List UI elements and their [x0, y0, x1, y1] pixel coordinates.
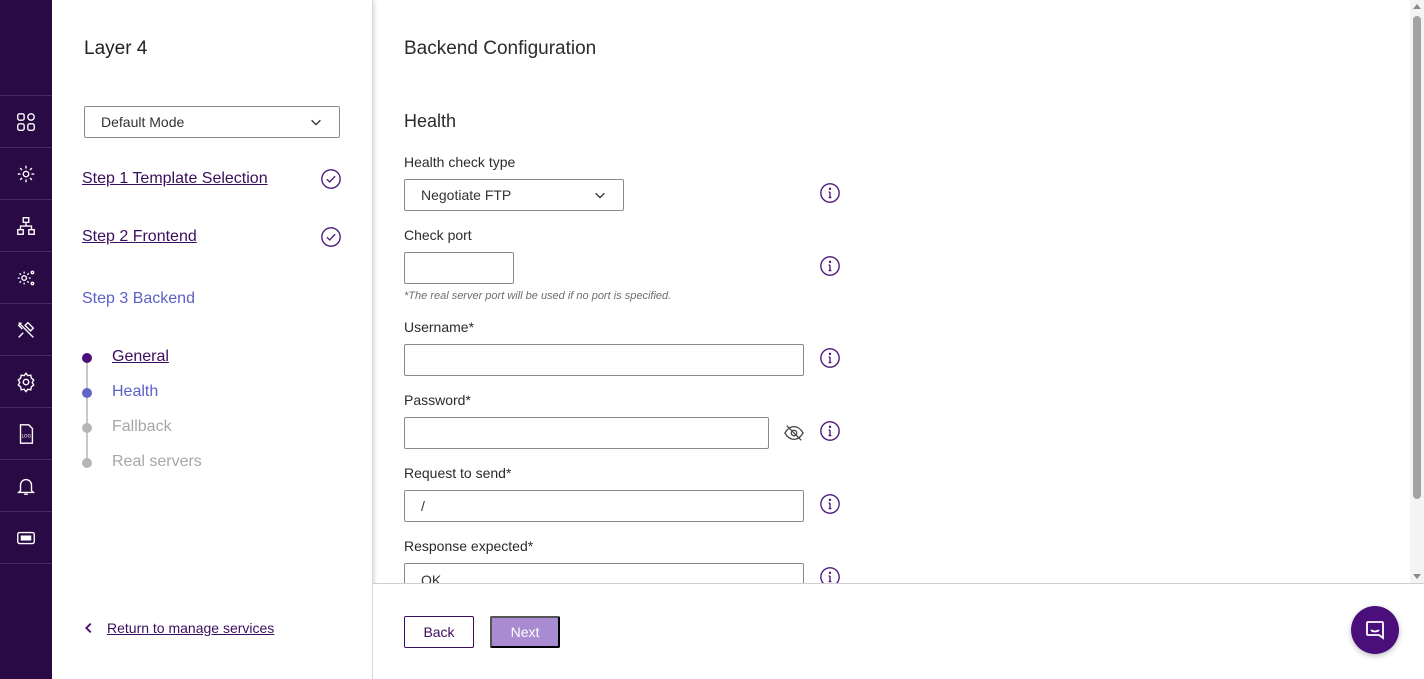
substep-label: Health: [112, 383, 159, 400]
request-label: Request to send*: [404, 465, 512, 481]
substep-dot: [82, 388, 92, 398]
vertical-scrollbar[interactable]: [1410, 0, 1424, 583]
check-port-hint: *The real server port will be used if no…: [404, 290, 672, 302]
log-file-icon[interactable]: LOG: [0, 408, 52, 460]
mode-select[interactable]: Default Mode: [84, 106, 340, 138]
return-to-services-link[interactable]: Return to manage services: [82, 620, 274, 636]
chevron-left-icon: [85, 622, 92, 634]
password-input[interactable]: [404, 417, 769, 449]
settings-icon[interactable]: [0, 356, 52, 408]
step-3-label: Step 3 Backend: [82, 290, 195, 307]
scroll-down-icon[interactable]: [1413, 574, 1421, 579]
step-1-link[interactable]: Step 1 Template Selection: [82, 170, 268, 188]
check-circle-icon: [320, 226, 342, 248]
step-2-link[interactable]: Step 2 Frontend: [82, 228, 197, 246]
substep-label: Real servers: [112, 453, 202, 470]
info-icon[interactable]: [819, 566, 841, 583]
dashboard-icon[interactable]: [0, 96, 52, 148]
scroll-up-icon[interactable]: [1413, 4, 1421, 9]
health-check-type-value: Negotiate FTP: [421, 187, 512, 203]
response-input[interactable]: OK: [404, 563, 804, 583]
scrollbar-thumb[interactable]: [1413, 16, 1421, 499]
health-check-type-label: Health check type: [404, 154, 516, 170]
chevron-down-icon: [595, 192, 605, 199]
response-label: Response expected*: [404, 538, 534, 554]
info-icon[interactable]: [819, 493, 841, 515]
substep-list: General Health Fallback Real servers: [82, 347, 202, 487]
request-input[interactable]: /: [404, 490, 804, 522]
password-label: Password*: [404, 392, 471, 408]
check-port-label: Check port: [404, 227, 472, 243]
notifications-bell-icon[interactable]: [0, 460, 52, 512]
return-link-label: Return to manage services: [107, 620, 275, 636]
substep-general[interactable]: General: [82, 347, 202, 382]
info-icon[interactable]: [819, 347, 841, 369]
svg-text:LOG: LOG: [22, 433, 32, 439]
check-port-input[interactable]: [404, 252, 514, 284]
advanced-settings-icon[interactable]: [0, 252, 52, 304]
form-footer: Back Next: [373, 583, 1424, 679]
username-input[interactable]: [404, 344, 804, 376]
ticket-icon[interactable]: [0, 512, 52, 564]
username-label: Username*: [404, 319, 475, 335]
chat-button[interactable]: [1351, 606, 1399, 654]
substep-dot: [82, 423, 92, 433]
substep-health: Health: [82, 382, 202, 417]
info-icon[interactable]: [819, 182, 841, 204]
wizard-title: Layer 4: [84, 38, 148, 59]
info-icon[interactable]: [819, 420, 841, 442]
eye-off-icon[interactable]: [783, 423, 805, 443]
rail-header: [0, 0, 52, 96]
page-title: Backend Configuration: [404, 38, 597, 59]
wizard-panel: Layer 4 Default Mode Step 1 Template Sel…: [52, 0, 373, 679]
mode-select-value: Default Mode: [101, 114, 185, 130]
substep-real-servers: Real servers: [82, 452, 202, 487]
chat-icon: [1366, 621, 1384, 640]
substep-dot: [82, 353, 92, 363]
next-button[interactable]: Next: [490, 616, 560, 648]
substep-label: Fallback: [112, 418, 172, 435]
substep-dot: [82, 458, 92, 468]
health-check-type-select[interactable]: Negotiate FTP: [404, 179, 624, 211]
section-title: Health: [404, 111, 457, 131]
network-icon[interactable]: [0, 200, 52, 252]
substep-fallback: Fallback: [82, 417, 202, 452]
backend-configuration-form: Backend Configuration Health Health chec…: [373, 0, 1410, 583]
icon-rail: LOG: [0, 0, 52, 679]
info-icon[interactable]: [819, 255, 841, 277]
check-circle-icon: [320, 168, 342, 190]
tools-icon[interactable]: [0, 304, 52, 356]
back-button[interactable]: Back: [404, 616, 474, 648]
substep-label: General: [112, 348, 169, 365]
cluster-settings-icon[interactable]: [0, 148, 52, 200]
chevron-down-icon: [311, 119, 321, 126]
